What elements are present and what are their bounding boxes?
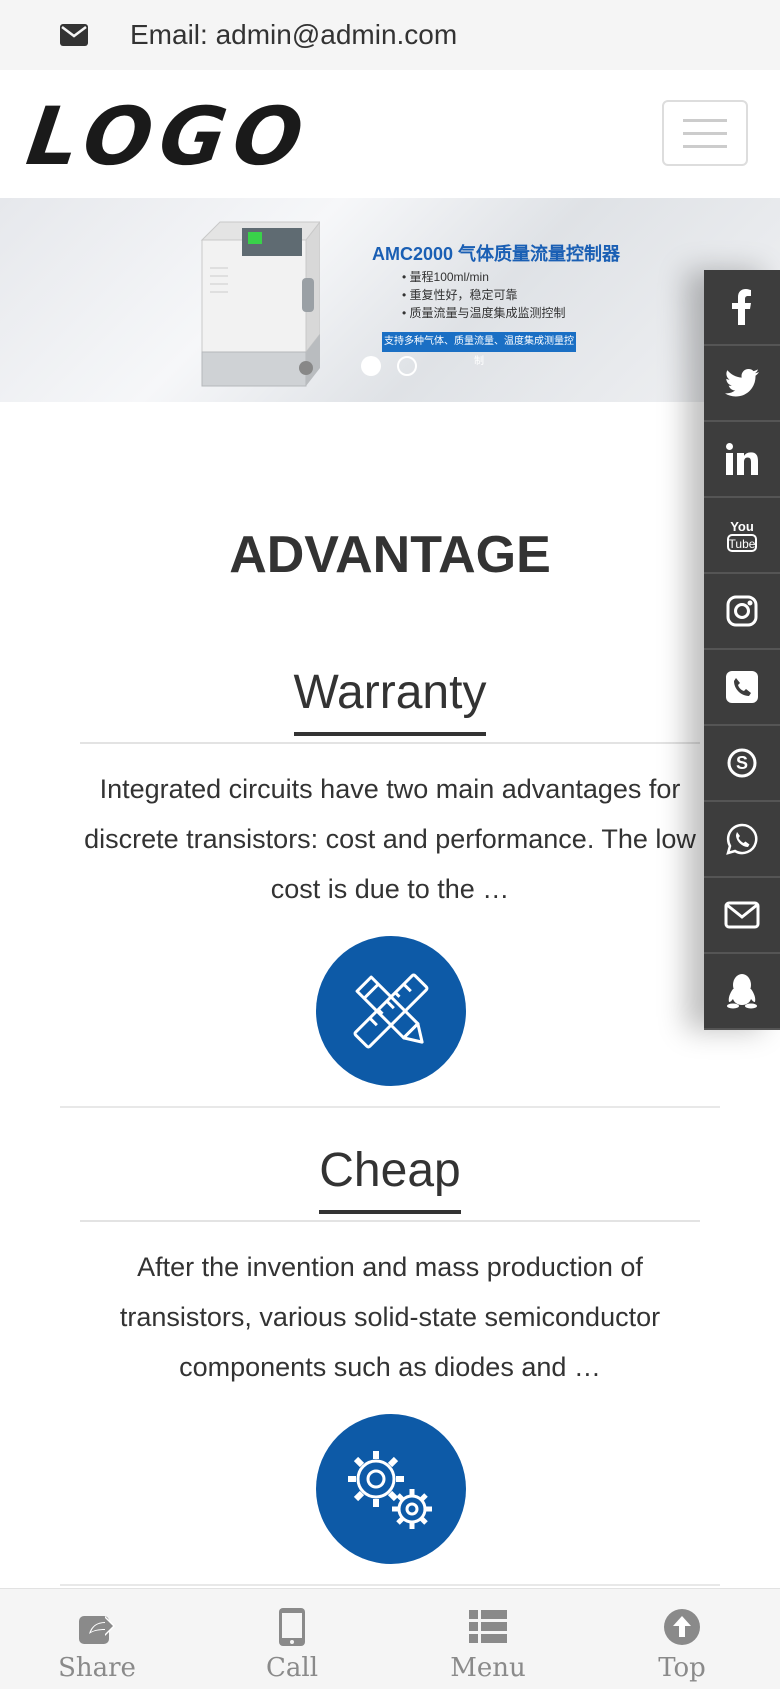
section-title: ADVANTAGE xyxy=(229,526,551,584)
advantage-title[interactable]: Warranty xyxy=(294,664,487,722)
top-label: Top xyxy=(658,1653,706,1683)
slider-dot-2[interactable] xyxy=(397,356,417,376)
hero-banner[interactable]: AMC2000 气体质量流量控制器 • 量程100ml/min • 重复性好，稳… xyxy=(0,198,780,402)
advantage-title[interactable]: Cheap xyxy=(319,1142,460,1200)
banner-feature: • 量程100ml/min xyxy=(402,270,489,284)
instagram-icon[interactable] xyxy=(704,574,780,650)
skype-icon[interactable]: S xyxy=(704,726,780,802)
phone-icon[interactable] xyxy=(704,650,780,726)
linkedin-icon[interactable] xyxy=(704,422,780,498)
banner-cta: 支持多种气体、质量流量、温度集成测量控制 xyxy=(382,332,576,367)
hamburger-line xyxy=(683,144,727,148)
advantage-heading: Cheap xyxy=(60,1142,720,1214)
hamburger-line xyxy=(683,131,727,135)
arrow-up-circle-icon xyxy=(612,1603,752,1651)
mobile-phone-icon xyxy=(222,1603,362,1651)
whatsapp-icon[interactable] xyxy=(704,802,780,878)
advantage-heading: Warranty xyxy=(60,664,720,736)
svg-text:Tube: Tube xyxy=(729,537,756,551)
flow-controller-image xyxy=(200,221,320,387)
hamburger-menu-button[interactable] xyxy=(662,100,748,166)
gears-icon[interactable] xyxy=(316,1414,466,1564)
advantage-description: Integrated circuits have two main advant… xyxy=(84,774,696,904)
menu-label: Menu xyxy=(450,1653,526,1683)
youtube-icon[interactable]: You Tube xyxy=(704,498,780,574)
divider xyxy=(80,1220,700,1222)
envelope-icon xyxy=(60,24,90,46)
advantage-card: Warranty Integrated circuits have two ma… xyxy=(60,664,720,1116)
contact-email[interactable]: Email: admin@admin.com xyxy=(130,19,457,51)
menu-button[interactable]: Menu xyxy=(418,1589,558,1689)
slider-dot-1[interactable] xyxy=(361,356,381,376)
share-icon xyxy=(27,1603,167,1651)
svg-text:S: S xyxy=(736,753,748,773)
banner-feature: • 质量流量与温度集成监测控制 xyxy=(402,306,566,320)
list-icon xyxy=(418,1603,558,1651)
envelope-icon[interactable] xyxy=(704,878,780,954)
top-contact-bar: Email: admin@admin.com xyxy=(0,0,780,70)
back-to-top-button[interactable]: Top xyxy=(612,1589,752,1689)
banner-feature: • 重复性好，稳定可靠 xyxy=(402,288,518,302)
banner-title: AMC2000 气体质量流量控制器 xyxy=(372,244,621,264)
qq-icon[interactable] xyxy=(704,954,780,1030)
divider xyxy=(60,1584,720,1586)
facebook-icon[interactable] xyxy=(704,270,780,346)
ruler-pencil-icon[interactable] xyxy=(316,936,466,1086)
call-label: Call xyxy=(265,1653,319,1683)
hamburger-line xyxy=(683,118,727,122)
share-label: Share xyxy=(58,1653,136,1683)
twitter-icon[interactable] xyxy=(704,346,780,422)
call-button[interactable]: Call xyxy=(222,1589,362,1689)
divider xyxy=(80,742,700,744)
advantage-description: After the invention and mass production … xyxy=(119,1252,661,1382)
social-sidebar: You Tube S xyxy=(704,270,780,1030)
divider xyxy=(60,1106,720,1108)
bottom-nav: Share Call Menu Top xyxy=(0,1588,780,1689)
site-header: LOGO xyxy=(0,70,780,198)
advantage-card: Cheap After the invention and mass produ… xyxy=(60,1142,720,1594)
share-button[interactable]: Share xyxy=(27,1589,167,1689)
svg-text:You: You xyxy=(730,519,754,534)
site-logo[interactable]: LOGO xyxy=(22,90,317,183)
